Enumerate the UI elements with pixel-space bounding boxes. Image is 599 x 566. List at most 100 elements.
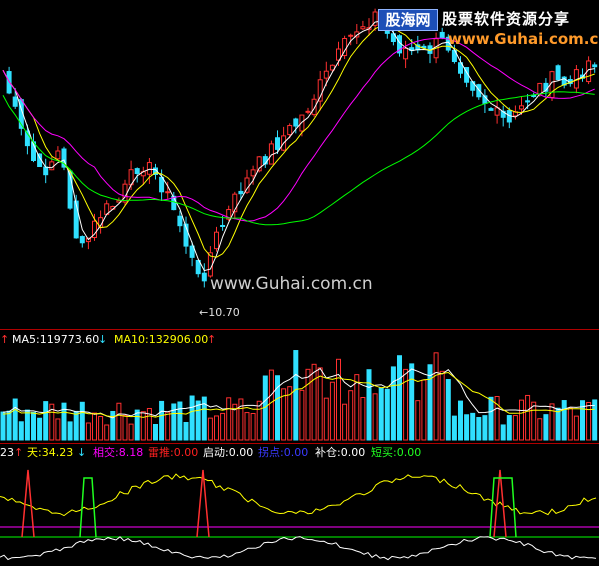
indicator-leitui-label: 雷推:0.00 (148, 446, 199, 459)
ma-long-line (2, 37, 595, 222)
volume-bar (293, 350, 299, 441)
ma-xlong-line (2, 91, 595, 226)
candle-body (12, 96, 18, 107)
candle-body (287, 125, 293, 136)
volume-bar (268, 369, 274, 441)
indicator-qidong-label: 启动:0.00 (203, 446, 254, 459)
volume-bar (0, 411, 6, 441)
volume-bar (177, 401, 183, 441)
volume-bar (37, 417, 43, 441)
candle-body (73, 200, 79, 239)
volume-bar (482, 415, 488, 441)
volume-bar (348, 390, 354, 441)
volume-bar (55, 418, 61, 441)
volume-bar (165, 411, 171, 441)
candle-body (555, 65, 561, 81)
volume-bar (250, 412, 256, 441)
volume-bar (555, 407, 561, 441)
volume-bar (567, 407, 573, 441)
candle-body (525, 100, 531, 103)
indicator-tian-label: 天:34.23 (27, 446, 74, 459)
volume-bar (122, 414, 128, 441)
volume-bar (531, 401, 537, 441)
volume-bar (317, 367, 323, 441)
volume-bar (159, 400, 165, 441)
volume-bar (183, 421, 189, 441)
signal-green-block (79, 477, 97, 538)
volume-bar (464, 414, 470, 441)
volume-bar (421, 379, 427, 441)
volume-bar (6, 410, 12, 441)
volume-bar (445, 379, 451, 441)
candle-body (299, 114, 305, 132)
volume-bar (439, 370, 445, 441)
volume-bar (512, 415, 518, 441)
volume-bar (67, 421, 73, 441)
volume-bar (525, 394, 531, 441)
volume-bar (18, 421, 24, 441)
candle-body (519, 105, 524, 110)
volume-bar (573, 415, 579, 441)
volume-bar (24, 409, 30, 441)
volume-bar (415, 400, 421, 441)
volume-bar (360, 396, 366, 441)
candle-body (177, 215, 183, 227)
candle-body (488, 108, 494, 111)
candle-body (165, 191, 171, 194)
volume-bar (506, 415, 512, 441)
volume-bar (134, 409, 140, 441)
candle-body (360, 26, 366, 30)
volume-bar (390, 366, 396, 441)
volume-bar (543, 414, 549, 441)
volume-bar (366, 369, 372, 441)
indicator-tian-arrow: ↓ (77, 446, 87, 459)
volume-bar (397, 355, 402, 441)
candle-body (134, 168, 140, 175)
ma-mid-line (2, 25, 595, 258)
volume-bar (73, 410, 79, 441)
volume-bar (207, 417, 213, 441)
volume-bar (128, 423, 134, 441)
guhai-slogan: 股票软件资源分享 (442, 10, 571, 28)
candle-body (49, 161, 55, 171)
volume-bar (470, 412, 476, 441)
volume-bar (31, 411, 36, 441)
volume-bar (116, 402, 122, 441)
volume-bar (354, 374, 360, 441)
volume-bar (256, 400, 262, 441)
volume-bar (372, 393, 378, 441)
indicator-xiangjiao-label: 相交:8.18 (93, 446, 144, 459)
candle-body (122, 183, 128, 203)
volume-bar (378, 387, 384, 441)
volume-bar (146, 408, 152, 441)
volume-bar (342, 403, 348, 441)
volume-bar (329, 381, 335, 441)
volume-bar (323, 397, 329, 441)
volume-bar (226, 397, 232, 441)
volume-bar (500, 424, 506, 441)
candle-body (305, 110, 311, 113)
volume-bar (275, 375, 280, 441)
volume-bar (476, 417, 482, 441)
volume-bar (409, 363, 415, 441)
guhai-url-top: www.Guhai.com.cn (448, 30, 599, 48)
volume-bar (104, 424, 110, 441)
volume-bar (85, 422, 91, 441)
volume-bar (549, 403, 555, 441)
volume-bar (384, 388, 390, 441)
indicator-bucang-label: 补仓:0.00 (315, 446, 366, 459)
volume-ma10-label: MA10:132906.00 (114, 333, 209, 346)
volume-bar (561, 400, 567, 441)
volume-bar (519, 399, 524, 441)
volume-bar (403, 368, 409, 441)
candle-body (220, 224, 226, 227)
candle-body (146, 162, 152, 175)
volume-bar (537, 418, 543, 441)
candle-body (348, 34, 354, 37)
indicator-guaidian-label: 拐点:0.00 (258, 446, 309, 459)
candle-body (537, 82, 543, 95)
candle-body (494, 107, 500, 116)
volume-bar (61, 402, 67, 441)
candle-body (238, 190, 244, 195)
volume-up-arrow-icon: ↑ (0, 333, 10, 346)
